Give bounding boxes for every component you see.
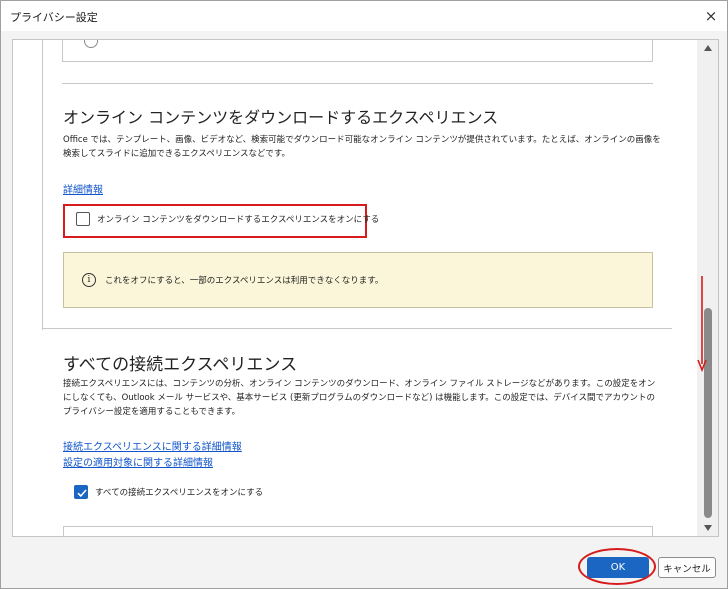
online-content-description: Office では、テンプレート、画像、ビデオなど、検索可能でダウンロード可能な…: [63, 135, 661, 159]
title-bar: プライバシー設定 ×: [1, 1, 727, 31]
connected-experiences-section-title: すべての接続エクスペリエンス: [63, 355, 298, 375]
info-banner: i これをオフにすると、一部のエクスペリエンスは利用できなくなります。: [63, 252, 653, 308]
scroll-up-arrow-icon[interactable]: [704, 45, 712, 51]
online-content-checkbox[interactable]: [76, 212, 90, 226]
ok-button-highlight-annotation: [578, 548, 656, 585]
info-banner-text: これをオフにすると、一部のエクスペリエンスは利用できなくなります。: [105, 276, 384, 286]
scroll-content: オンライン コンテンツをダウンロードするエクスペリエンス Office では、テ…: [13, 40, 696, 536]
scroll-down-arrow-icon[interactable]: [704, 525, 712, 531]
close-icon[interactable]: ×: [701, 6, 721, 26]
info-icon: i: [82, 273, 96, 287]
connected-experiences-checkbox-label[interactable]: すべての接続エクスペリエンスをオンにする: [95, 486, 263, 498]
learn-more-link[interactable]: 詳細情報: [63, 181, 103, 196]
section-divider: [62, 83, 653, 84]
settings-scope-learn-more-link[interactable]: 設定の適用対象に関する詳細情報: [63, 454, 213, 469]
radio-circle-icon: [84, 40, 98, 48]
next-section-box: [63, 526, 653, 536]
section-border-left: [42, 40, 43, 330]
connected-experiences-learn-more-link[interactable]: 接続エクスペリエンスに関する詳細情報: [63, 438, 242, 453]
connected-experiences-checkbox[interactable]: [74, 485, 88, 499]
online-content-checkbox-label[interactable]: オンライン コンテンツをダウンロードするエクスペリエンスをオンにする: [97, 213, 379, 225]
connected-experiences-description: 接続エクスペリエンスには、コンテンツの分析、オンライン コンテンツのダウンロード…: [63, 379, 656, 417]
cancel-button[interactable]: キャンセル: [658, 557, 716, 578]
privacy-settings-dialog: プライバシー設定 × オンライン コンテンツをダウンロードするエクスペリエンス …: [0, 0, 728, 589]
online-content-section-title: オンライン コンテンツをダウンロードするエクスペリエンス: [63, 108, 499, 127]
checkmark-icon: [77, 489, 87, 498]
settings-scroll-pane: オンライン コンテンツをダウンロードするエクスペリエンス Office では、テ…: [12, 39, 719, 537]
section-divider-2: [42, 328, 672, 329]
previous-section-box: [62, 40, 653, 62]
scroll-down-annotation-arrow-icon: [697, 276, 707, 372]
dialog-title: プライバシー設定: [10, 11, 98, 24]
